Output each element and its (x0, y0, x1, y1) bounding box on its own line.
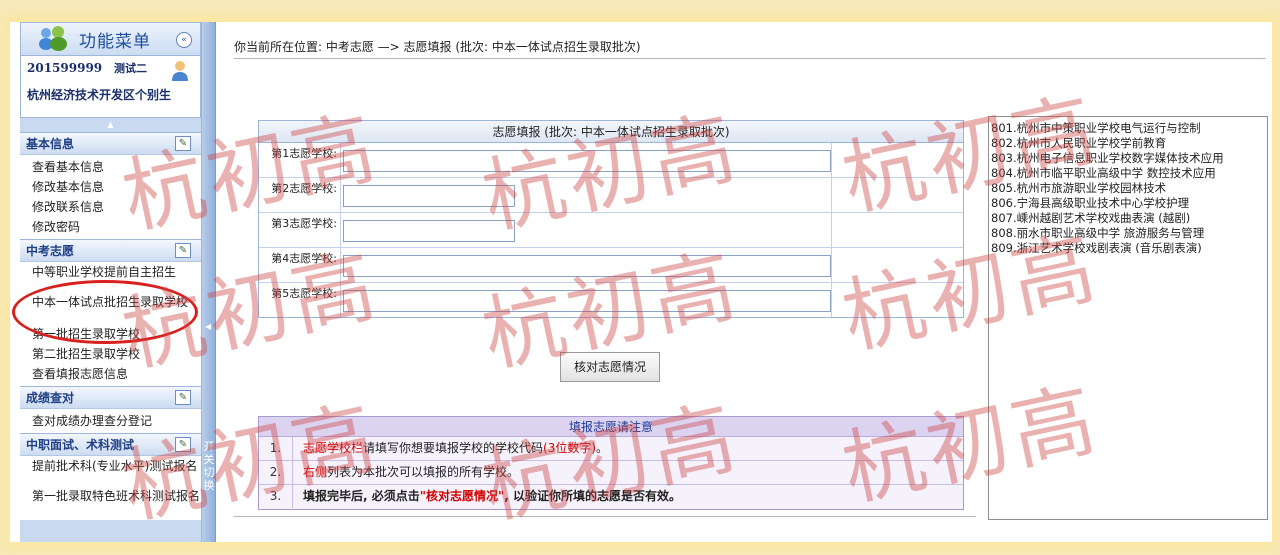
users-icon (39, 26, 69, 52)
group-title[interactable]: 成绩查对 ✎ (20, 387, 201, 409)
main-content: 你当前所在位置: 中考志愿 —> 志愿填报 (批次: 中本一体试点招生录取批次)… (224, 22, 1272, 542)
sidebar-item-batch-one[interactable]: 第一批招生录取学校 (32, 324, 201, 344)
sidebar-item-early-skill-test[interactable]: 提前批术科(专业水平)测试报名 (32, 458, 201, 488)
collapse-arrow-icon[interactable]: ◀ (205, 322, 211, 331)
group-title[interactable]: 中考志愿 ✎ (20, 240, 201, 262)
divider (234, 58, 1266, 59)
field-label: 第1志愿学校: (259, 143, 341, 177)
notes-panel: 填报志愿请注意 1. 志愿学校栏请填写你想要填报学校的学校代码(3位数字)。 2… (258, 416, 964, 510)
list-item[interactable]: 809.浙江艺术学校戏剧表演 (音乐剧表演) (991, 241, 1265, 256)
user-school: 杭州经济技术开发区个别生 (27, 88, 172, 102)
check-preferences-button[interactable]: 核对志愿情况 (560, 352, 660, 382)
group-exam-preferences: 中考志愿 ✎ 中等职业学校提前自主招生 中本一体试点批招生录取学校 第一批招生录… (20, 239, 201, 386)
user-id: 201599999 (27, 61, 103, 75)
edit-icon[interactable]: ✎ (175, 136, 191, 151)
menu-header: 功能菜单 « (20, 22, 201, 56)
splitter-label: 开关切换 (203, 440, 215, 492)
sidebar-item-edit-contact[interactable]: 修改联系信息 (32, 197, 201, 217)
preference-1-input[interactable] (343, 150, 831, 172)
edit-icon[interactable]: ✎ (175, 390, 191, 405)
form-row: 第2志愿学校: (259, 178, 963, 213)
user-name: 测试二 (113, 62, 147, 75)
school-list[interactable]: 801.杭州市中策职业学校电气运行与控制 802.杭州市人民职业学校学前教育 8… (988, 116, 1268, 520)
note-number: 2. (259, 461, 293, 484)
edit-icon[interactable]: ✎ (175, 243, 191, 258)
note-row: 3. 填报完毕后, 必须点击"核对志愿情况", 以验证你所填的志愿是否有效。 (259, 485, 963, 509)
field-label: 第3志愿学校: (259, 213, 341, 247)
field-label: 第2志愿学校: (259, 178, 341, 212)
list-item[interactable]: 807.嵊州越剧艺术学校戏曲表演 (越剧) (991, 211, 1265, 226)
scroll-up-icon[interactable]: ▲ (20, 118, 201, 132)
form-row: 第5志愿学校: (259, 283, 963, 318)
preference-5-input[interactable] (343, 290, 831, 312)
group-title[interactable]: 基本信息 ✎ (20, 133, 201, 155)
notes-caption: 填报志愿请注意 (259, 417, 963, 437)
group-basic-info: 基本信息 ✎ 查看基本信息 修改基本信息 修改联系信息 修改密码 (20, 132, 201, 239)
sidebar-item-special-class-test[interactable]: 第一批录取特色班术科测试报名 (32, 488, 201, 518)
form-row: 第3志愿学校: (259, 213, 963, 248)
group-title-label: 基本信息 (26, 137, 75, 151)
group-title-label: 成绩查对 (26, 391, 75, 405)
breadcrumb: 你当前所在位置: 中考志愿 —> 志愿填报 (批次: 中本一体试点招生录取批次) (234, 40, 641, 54)
sidebar-item-score-review[interactable]: 查对成绩办理查分登记 (32, 411, 201, 431)
list-item[interactable]: 803.杭州电子信息职业学校数字媒体技术应用 (991, 151, 1265, 166)
list-item[interactable]: 804.杭州市临平职业高级中学 数控技术应用 (991, 166, 1265, 181)
list-item[interactable]: 805.杭州市旅游职业学校园林技术 (991, 181, 1265, 196)
sidebar-item-batch-two[interactable]: 第二批招生录取学校 (32, 344, 201, 364)
edit-icon[interactable]: ✎ (175, 437, 191, 452)
sidebar-splitter[interactable]: ◀ 开关切换 (202, 22, 216, 542)
app-window: 功能菜单 « 201599999 测试二 杭州经济技术开发区个别生 ▲ 基本信息… (10, 22, 1272, 542)
list-item[interactable]: 802.杭州市人民职业学校学前教育 (991, 136, 1265, 151)
group-title-label: 中考志愿 (26, 244, 75, 258)
person-icon (172, 61, 188, 81)
note-row: 2. 右侧列表为本批次可以填报的所有学校。 (259, 461, 963, 485)
group-title[interactable]: 中职面试、术科测试 ✎ (20, 434, 201, 456)
field-label: 第5志愿学校: (259, 283, 341, 317)
list-item[interactable]: 806.宁海县高级职业技术中心学校护理 (991, 196, 1265, 211)
note-text: 右侧列表为本批次可以填报的所有学校。 (303, 465, 520, 479)
group-title-label: 中职面试、术科测试 (26, 438, 135, 452)
group-interview: 中职面试、术科测试 ✎ 提前批术科(专业水平)测试报名 第一批录取特色班术科测试… (20, 433, 201, 520)
preference-3-input[interactable] (343, 220, 515, 242)
sidebar-item-change-password[interactable]: 修改密码 (32, 217, 201, 237)
note-text: 填报完毕后, 必须点击"核对志愿情况", 以验证你所填的志愿是否有效。 (303, 489, 682, 503)
note-number: 1. (259, 437, 293, 460)
note-number: 3. (259, 485, 293, 508)
sidebar-item-view-basic-info[interactable]: 查看基本信息 (32, 157, 201, 177)
note-row: 1. 志愿学校栏请填写你想要填报学校的学校代码(3位数字)。 (259, 437, 963, 461)
sidebar: 功能菜单 « 201599999 测试二 杭州经济技术开发区个别生 ▲ 基本信息… (20, 22, 202, 542)
list-item[interactable]: 808.丽水市职业高级中学 旅游服务与管理 (991, 226, 1265, 241)
collapse-icon[interactable]: « (176, 32, 192, 48)
sidebar-item-view-preferences[interactable]: 查看填报志愿信息 (32, 364, 201, 384)
note-text: 志愿学校栏请填写你想要填报学校的学校代码(3位数字)。 (303, 441, 609, 455)
divider (234, 516, 976, 517)
sidebar-item-vocational-early[interactable]: 中等职业学校提前自主招生 (32, 264, 201, 294)
sidebar-item-edit-basic-info[interactable]: 修改基本信息 (32, 177, 201, 197)
field-label: 第4志愿学校: (259, 248, 341, 282)
sidebar-item-integrated-pilot[interactable]: 中本一体试点批招生录取学校 (32, 294, 201, 324)
preference-4-input[interactable] (343, 255, 831, 277)
form-caption: 志愿填报 (批次: 中本一体试点招生录取批次) (259, 121, 963, 143)
group-score-check: 成绩查对 ✎ 查对成绩办理查分登记 (20, 386, 201, 433)
menu-title: 功能菜单 (79, 31, 151, 52)
form-row: 第4志愿学校: (259, 248, 963, 283)
form-row: 第1志愿学校: (259, 143, 963, 178)
user-info: 201599999 测试二 杭州经济技术开发区个别生 (20, 56, 201, 118)
list-item[interactable]: 801.杭州市中策职业学校电气运行与控制 (991, 121, 1265, 136)
preference-2-input[interactable] (343, 185, 515, 207)
preference-form: 志愿填报 (批次: 中本一体试点招生录取批次) 第1志愿学校: 第2志愿学校: … (258, 120, 964, 318)
